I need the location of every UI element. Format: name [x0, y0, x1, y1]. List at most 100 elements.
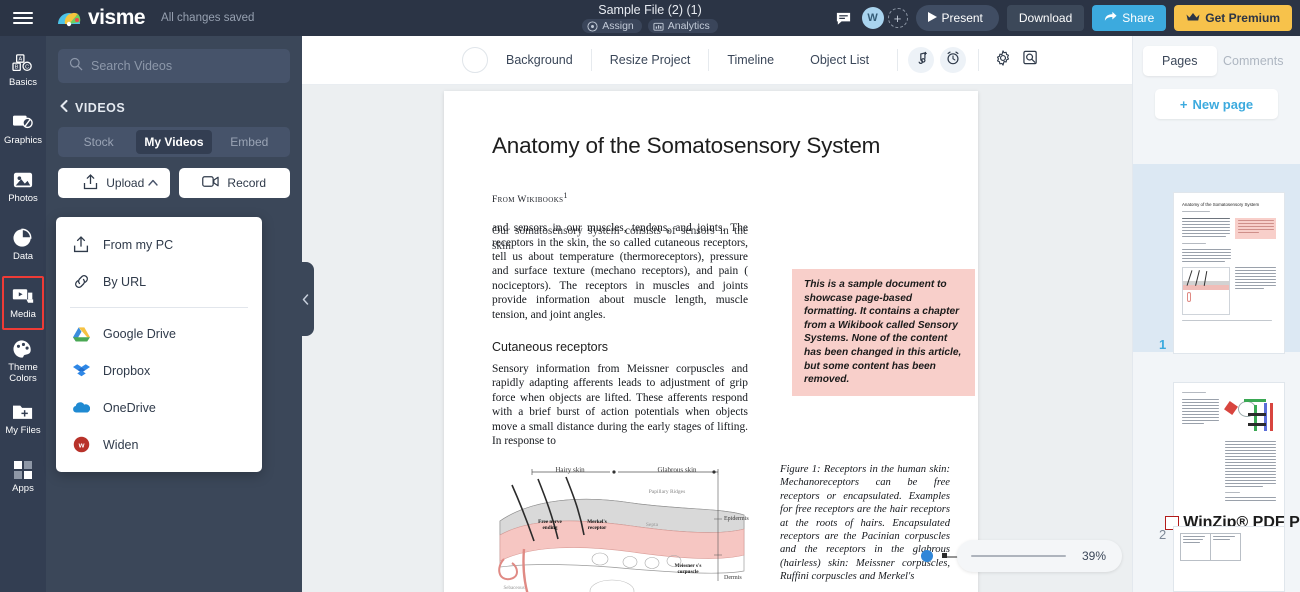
page-thumbnail-3[interactable] [1173, 526, 1285, 592]
panel-collapse-handle[interactable] [296, 262, 314, 336]
search-videos-box[interactable] [58, 49, 290, 83]
toolbar-separator [978, 49, 980, 71]
palette-icon [12, 338, 34, 360]
document-title-text: Sample File (2) (1) [598, 3, 702, 17]
title-action-pills: Assign Analytics [582, 19, 718, 33]
menu-item-label: Dropbox [103, 363, 151, 378]
sidebar-item-data[interactable]: Data [0, 216, 46, 274]
document-paragraph-1: Our somatosensory system consists of sen… [492, 221, 748, 322]
svg-text:B: B [15, 65, 19, 71]
svg-text:Papillary Ridges: Papillary Ridges [649, 489, 686, 495]
timer-button[interactable] [940, 47, 967, 73]
menu-separator [70, 307, 248, 308]
assign-target-icon [587, 20, 598, 32]
document-paragraph-2: Sensory information from Meissner corpus… [492, 363, 748, 448]
dropbox-icon [72, 362, 90, 380]
svg-text:Epidermis: Epidermis [724, 516, 749, 522]
menu-item-dropbox[interactable]: Dropbox [56, 352, 262, 389]
tab-embed[interactable]: Embed [212, 130, 287, 154]
link-icon [72, 273, 90, 291]
background-button[interactable]: Background [488, 53, 591, 67]
record-button[interactable]: Record [178, 168, 290, 198]
get-premium-button[interactable]: Get Premium [1174, 5, 1292, 31]
menu-item-from-my-pc[interactable]: From my PC [56, 226, 262, 263]
record-camera-icon [202, 175, 220, 191]
comment-icon[interactable] [834, 8, 854, 28]
present-button[interactable]: Present [915, 5, 999, 31]
new-page-label: New page [1192, 96, 1254, 112]
zoom-slider-track[interactable] [971, 555, 1066, 557]
assign-button[interactable]: Assign [582, 19, 642, 33]
sidebar-item-media[interactable]: Media [0, 274, 46, 332]
svg-text:C: C [25, 65, 29, 71]
figure-1-caption[interactable]: Figure 1: Receptors in the human skin: M… [780, 463, 950, 584]
save-status-text: All changes saved [161, 12, 255, 24]
chevron-left-icon [60, 100, 68, 115]
page-thumbnail-1-wrap[interactable]: 1 Anatomy of the Somatosensory System [1133, 192, 1285, 354]
tab-pages[interactable]: Pages [1143, 46, 1217, 76]
resize-project-button[interactable]: Resize Project [592, 53, 709, 67]
zoom-level-value: 39% [1081, 549, 1107, 563]
sidebar-item-label: Data [12, 251, 34, 263]
menu-item-widen[interactable]: w Widen [56, 426, 262, 463]
avatar[interactable]: W [861, 7, 884, 29]
tab-my-videos[interactable]: My Videos [136, 130, 212, 154]
upload-dropdown-menu: From my PC By URL Google Drive Dropbox O… [56, 217, 262, 472]
svg-text:A: A [18, 57, 22, 63]
videos-back-link[interactable]: VIDEOS [60, 100, 302, 115]
pages-comments-tabs: Pages Comments [1133, 36, 1300, 76]
menu-item-google-drive[interactable]: Google Drive [56, 315, 262, 352]
sidebar-item-label: Graphics [3, 135, 42, 147]
alarm-clock-icon [946, 51, 960, 70]
top-bar: visme All changes saved Sample File (2) … [0, 0, 1300, 36]
page-number-1: 1 [1159, 337, 1167, 352]
document-title[interactable]: Sample File (2) (1) [598, 3, 702, 18]
sidebar-item-photos[interactable]: Photos [0, 158, 46, 216]
sidebar-item-theme-colors[interactable]: Theme Colors [0, 332, 46, 390]
abc-blocks-icon: A B C [12, 53, 34, 75]
settings-button[interactable] [991, 48, 1015, 72]
page-thumbnail-1[interactable]: Anatomy of the Somatosensory System [1173, 192, 1285, 354]
svg-text:ending: ending [543, 525, 558, 531]
tab-stock[interactable]: Stock [61, 130, 136, 154]
new-page-button[interactable]: + New page [1155, 89, 1278, 119]
menu-item-by-url[interactable]: By URL [56, 263, 262, 300]
widen-icon: w [72, 436, 90, 454]
visme-logo[interactable]: visme [56, 6, 146, 30]
share-button[interactable]: Share [1092, 5, 1167, 31]
tab-comments[interactable]: Comments [1217, 46, 1291, 76]
sidebar-item-label: Basics [9, 77, 37, 89]
assign-label: Assign [602, 20, 634, 32]
folder-plus-icon [12, 401, 34, 423]
preview-button[interactable] [1019, 48, 1043, 72]
hamburger-menu-icon[interactable] [0, 0, 46, 36]
sidebar-item-label: Media [10, 309, 36, 321]
upload-button[interactable]: Upload [58, 168, 170, 198]
add-collaborator-button[interactable]: + [887, 8, 908, 28]
sidebar-item-basics[interactable]: A B C Basics [0, 42, 46, 100]
search-input[interactable] [91, 59, 279, 73]
svg-text:Hairy skin: Hairy skin [555, 466, 585, 474]
svg-text:corpuscle: corpuscle [677, 569, 699, 575]
sample-document-note[interactable]: This is a sample document to showcase pa… [792, 269, 975, 396]
sidebar-item-apps[interactable]: Apps [0, 448, 46, 506]
object-list-button[interactable]: Object List [792, 53, 887, 67]
svg-text:receptor: receptor [588, 525, 607, 531]
zoom-control[interactable]: 39% [957, 540, 1122, 572]
menu-item-label: OneDrive [103, 400, 156, 415]
timeline-button[interactable]: Timeline [709, 53, 792, 67]
sidebar-item-my-files[interactable]: My Files [0, 390, 46, 448]
sidebar-item-label: Photos [8, 193, 38, 205]
download-button[interactable]: Download [1006, 5, 1085, 31]
svg-text:Sebaceous: Sebaceous [503, 586, 524, 591]
analytics-button[interactable]: Analytics [647, 19, 718, 33]
skin-anatomy-figure[interactable]: Hairy skin Glabrous skin Free nerve endi… [492, 463, 754, 592]
analytics-label: Analytics [667, 20, 710, 32]
menu-item-onedrive[interactable]: OneDrive [56, 389, 262, 426]
add-audio-button[interactable] [908, 47, 935, 73]
visme-editor-app: visme All changes saved Sample File (2) … [0, 0, 1300, 592]
sidebar-item-label: Theme Colors [8, 362, 38, 384]
sidebar-item-graphics[interactable]: Graphics [0, 100, 46, 158]
media-source-tabs: Stock My Videos Embed [58, 127, 290, 157]
background-color-swatch[interactable] [462, 47, 488, 73]
